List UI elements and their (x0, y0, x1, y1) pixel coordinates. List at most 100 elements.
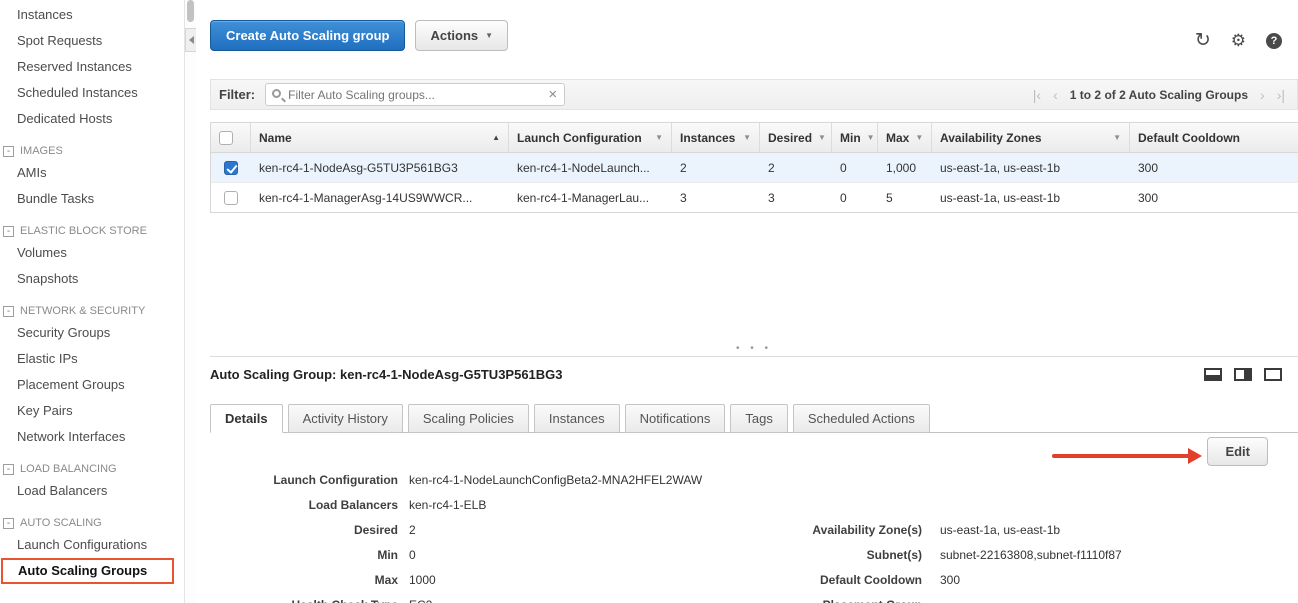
last-page-icon[interactable]: ›| (1277, 87, 1285, 103)
tab-scaling-policies[interactable]: Scaling Policies (408, 404, 529, 433)
collapse-minus-icon: - (3, 464, 14, 475)
sidebar-item-spot-requests[interactable]: Spot Requests (0, 28, 184, 54)
column-label: Instances (680, 131, 735, 145)
cell-launch-configuration: ken-rc4-1-ManagerLau... (509, 183, 672, 212)
refresh-icon[interactable]: ↻ (1195, 32, 1211, 50)
filter-label: Filter: (219, 87, 255, 102)
create-auto-scaling-group-button[interactable]: Create Auto Scaling group (210, 20, 405, 51)
sidebar-group-label: NETWORK & SECURITY (20, 305, 145, 317)
field-label: Max (210, 573, 398, 587)
tab-activity-history[interactable]: Activity History (288, 404, 403, 433)
sidebar-item-snapshots[interactable]: Snapshots (0, 266, 184, 292)
cell-instances: 3 (672, 183, 760, 212)
detail-panel-header: Auto Scaling Group: ken-rc4-1-NodeAsg-G5… (210, 367, 1298, 382)
collapse-minus-icon: - (3, 306, 14, 317)
sort-caret-icon: ▼ (1113, 133, 1121, 142)
column-header-availability-zones[interactable]: Availability Zones ▼ (932, 123, 1130, 152)
tab-scheduled-actions[interactable]: Scheduled Actions (793, 404, 930, 433)
collapse-minus-icon: - (3, 146, 14, 157)
layout-full-pane-icon[interactable] (1264, 368, 1282, 381)
sidebar-item-launch-configurations[interactable]: Launch Configurations (0, 532, 184, 558)
sidebar-item-dedicated-hosts[interactable]: Dedicated Hosts (0, 106, 184, 132)
field-value: 0 (409, 548, 416, 562)
gear-icon[interactable]: ⚙ (1231, 32, 1246, 50)
actions-button[interactable]: Actions ▼ (415, 20, 508, 51)
pagination-text: 1 to 2 of 2 Auto Scaling Groups (1070, 88, 1248, 102)
field-value: subnet-22163808,subnet-f1110f87 (940, 548, 1122, 562)
cell-max: 1,000 (878, 153, 932, 182)
sidebar-item-volumes[interactable]: Volumes (0, 240, 184, 266)
sidebar-group-images[interactable]: - IMAGES (3, 145, 184, 157)
sidebar-group-label: AUTO SCALING (20, 517, 102, 529)
column-label: Max (886, 131, 909, 145)
sidebar-group-elastic-block-store[interactable]: - ELASTIC BLOCK STORE (3, 225, 184, 237)
cell-default-cooldown: 300 (1130, 183, 1298, 212)
search-icon (272, 89, 281, 98)
column-header-max[interactable]: Max ▼ (878, 123, 932, 152)
sidebar-group-auto-scaling[interactable]: - AUTO SCALING (3, 517, 184, 529)
column-header-desired[interactable]: Desired ▼ (760, 123, 832, 152)
sidebar-item-auto-scaling-groups[interactable]: Auto Scaling Groups (1, 558, 174, 584)
tab-notifications[interactable]: Notifications (625, 404, 726, 433)
table-row[interactable]: ken-rc4-1-NodeAsg-G5TU3P561BG3 ken-rc4-1… (211, 153, 1298, 183)
filter-search-box: × (265, 83, 565, 106)
next-page-icon[interactable]: › (1260, 87, 1265, 103)
sidebar-group-network-security[interactable]: - NETWORK & SECURITY (3, 305, 184, 317)
sort-caret-icon: ▼ (818, 133, 826, 142)
sidebar-group-label: LOAD BALANCING (20, 463, 117, 475)
layout-bottom-pane-icon[interactable] (1204, 368, 1222, 381)
cell-instances: 2 (672, 153, 760, 182)
column-header-instances[interactable]: Instances ▼ (672, 123, 760, 152)
ec2-console: Instances Spot Requests Reserved Instanc… (0, 0, 1298, 603)
sidebar-item-scheduled-instances[interactable]: Scheduled Instances (0, 80, 184, 106)
sidebar-item-elastic-ips[interactable]: Elastic IPs (0, 346, 184, 372)
sidebar-scrollbar-thumb[interactable] (187, 0, 194, 22)
tab-instances[interactable]: Instances (534, 404, 620, 433)
field-value: EC2 (409, 598, 432, 603)
cell-name: ken-rc4-1-ManagerAsg-14US9WWCR... (251, 183, 509, 212)
main-content: Create Auto Scaling group Actions ▼ ↻ ⚙ … (196, 0, 1298, 603)
toolbar: Create Auto Scaling group Actions ▼ (210, 20, 1298, 51)
select-all-checkbox[interactable] (219, 131, 233, 145)
row-checkbox[interactable] (224, 161, 238, 175)
column-header-min[interactable]: Min ▼ (832, 123, 878, 152)
column-header-launch-configuration[interactable]: Launch Configuration ▼ (509, 123, 672, 152)
cell-desired: 2 (760, 153, 832, 182)
filter-input[interactable] (288, 88, 542, 102)
sidebar-item-key-pairs[interactable]: Key Pairs (0, 398, 184, 424)
column-header-name[interactable]: Name ▲ (251, 123, 509, 152)
sidebar-item-bundle-tasks[interactable]: Bundle Tasks (0, 186, 184, 212)
header-icons: ↻ ⚙ ? (1195, 32, 1282, 50)
field-label: Subnet(s) (756, 548, 922, 562)
sidebar-item-load-balancers[interactable]: Load Balancers (0, 478, 184, 504)
sidebar-item-placement-groups[interactable]: Placement Groups (0, 372, 184, 398)
column-label: Launch Configuration (517, 131, 642, 145)
sidebar-item-network-interfaces[interactable]: Network Interfaces (0, 424, 184, 450)
column-header-default-cooldown[interactable]: Default Cooldown (1130, 123, 1298, 152)
sidebar-item-amis[interactable]: AMIs (0, 160, 184, 186)
cell-min: 0 (832, 183, 878, 212)
row-checkbox[interactable] (224, 191, 238, 205)
field-label: Load Balancers (210, 498, 398, 512)
sidebar-group-label: ELASTIC BLOCK STORE (20, 225, 147, 237)
sidebar-group-load-balancing[interactable]: - LOAD BALANCING (3, 463, 184, 475)
column-label: Default Cooldown (1138, 131, 1240, 145)
clear-filter-icon[interactable]: × (548, 87, 557, 102)
sort-caret-icon: ▼ (743, 133, 751, 142)
sidebar-item-reserved-instances[interactable]: Reserved Instances (0, 54, 184, 80)
prev-page-icon[interactable]: ‹ (1053, 87, 1058, 103)
chevron-down-icon: ▼ (485, 31, 493, 40)
cell-desired: 3 (760, 183, 832, 212)
edit-button[interactable]: Edit (1207, 437, 1268, 466)
field-label: Desired (210, 523, 398, 537)
panel-splitter-handle[interactable]: • • • (210, 345, 1298, 356)
sidebar-item-security-groups[interactable]: Security Groups (0, 320, 184, 346)
table-row[interactable]: ken-rc4-1-ManagerAsg-14US9WWCR... ken-rc… (211, 183, 1298, 212)
sort-ascending-icon: ▲ (492, 133, 500, 142)
first-page-icon[interactable]: |‹ (1033, 87, 1041, 103)
sidebar-item-instances[interactable]: Instances (0, 2, 184, 28)
layout-right-pane-icon[interactable] (1234, 368, 1252, 381)
help-icon[interactable]: ? (1266, 33, 1282, 49)
tab-tags[interactable]: Tags (730, 404, 787, 433)
tab-details[interactable]: Details (210, 404, 283, 433)
